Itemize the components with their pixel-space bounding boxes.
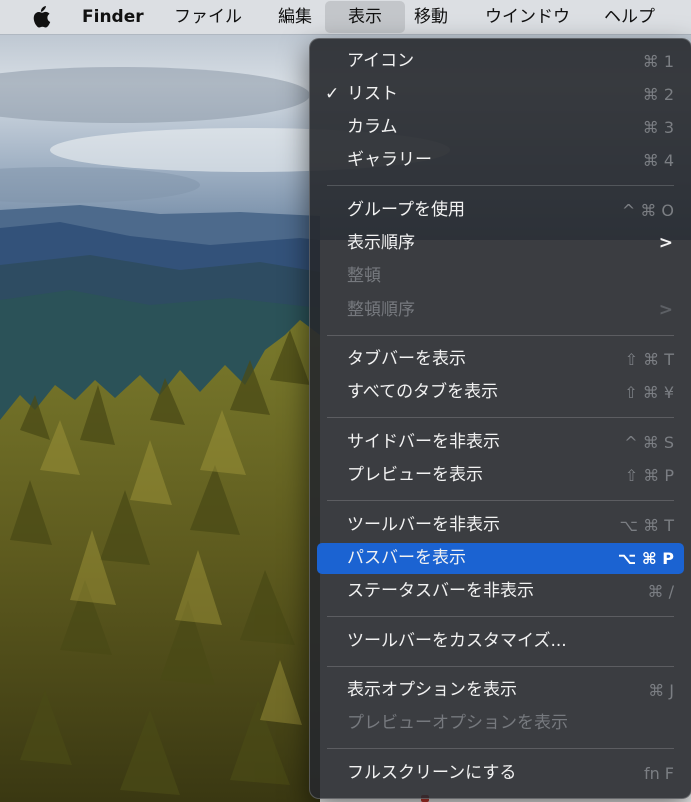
shortcut-label: ⌥ ⌘ P bbox=[617, 549, 674, 568]
menu-separator bbox=[327, 185, 674, 186]
menu-item-label: プレビューオプションを表示 bbox=[347, 713, 568, 733]
menu-item-clean-up: 整頓 bbox=[317, 261, 684, 292]
checkmark-icon: ✓ bbox=[325, 84, 340, 104]
menu-item-show-preview[interactable]: プレビューを表示 ⇧ ⌘ P bbox=[317, 460, 684, 491]
menu-go[interactable]: 移動 bbox=[414, 0, 448, 34]
menu-item-label: 表示順序 bbox=[347, 233, 415, 253]
menu-item-show-path-bar[interactable]: パスバーを表示 ⌥ ⌘ P bbox=[317, 543, 684, 574]
menu-item-label: リスト bbox=[347, 84, 398, 104]
menu-item-label: ツールバーを非表示 bbox=[347, 515, 500, 535]
menu-item-label: ツールバーをカスタマイズ... bbox=[347, 631, 567, 651]
menu-separator bbox=[327, 616, 674, 617]
menu-item-label: 表示オプションを表示 bbox=[347, 680, 517, 700]
menu-item-hide-status-bar[interactable]: ステータスバーを非表示 ⌘ / bbox=[317, 576, 684, 607]
menu-separator bbox=[327, 666, 674, 667]
shortcut-label: ^ ⌘ S bbox=[624, 433, 674, 452]
apple-logo-icon[interactable] bbox=[31, 0, 53, 34]
menu-separator bbox=[327, 335, 674, 336]
shortcut-label: fn F bbox=[643, 764, 674, 783]
menu-edit[interactable]: 編集 bbox=[278, 0, 312, 34]
shortcut-label: ⌘ J bbox=[648, 681, 674, 700]
menu-item-gallery[interactable]: ギャラリー ⌘ 4 bbox=[317, 145, 684, 176]
shortcut-label: ⌘ / bbox=[647, 582, 674, 601]
menu-item-show-view-options[interactable]: 表示オプションを表示 ⌘ J bbox=[317, 675, 684, 706]
menu-item-label: 整頓順序 bbox=[347, 300, 415, 320]
shortcut-label: ⌘ 2 bbox=[642, 85, 674, 104]
menu-item-label: フルスクリーンにする bbox=[347, 763, 517, 783]
menu-item-label: タブバーを表示 bbox=[347, 349, 466, 369]
menu-item-label: 整頓 bbox=[347, 266, 381, 286]
shortcut-label: ⌘ 4 bbox=[642, 151, 674, 170]
menu-separator bbox=[327, 417, 674, 418]
menu-file[interactable]: ファイル bbox=[174, 0, 242, 34]
shortcut-label: ⇧ ⌘ T bbox=[624, 350, 674, 369]
menu-item-customize-toolbar[interactable]: ツールバーをカスタマイズ... bbox=[317, 626, 684, 657]
shortcut-label: ⌘ 1 bbox=[642, 52, 674, 71]
menu-item-show-all-tabs[interactable]: すべてのタブを表示 ⇧ ⌘ ¥ bbox=[317, 377, 684, 408]
shortcut-label: ⌘ 3 bbox=[642, 118, 674, 137]
shortcut-label: ⌥ ⌘ T bbox=[619, 516, 674, 535]
menu-item-sort-by[interactable]: 表示順序 > bbox=[317, 228, 684, 259]
view-menu-dropdown: アイコン ⌘ 1 ✓ リスト ⌘ 2 カラム ⌘ 3 ギャラリー ⌘ 4 グルー… bbox=[309, 38, 691, 799]
menu-item-show-preview-options: プレビューオプションを表示 bbox=[317, 708, 684, 739]
menu-view[interactable]: 表示 bbox=[325, 1, 405, 33]
menu-item-hide-sidebar[interactable]: サイドバーを非表示 ^ ⌘ S bbox=[317, 427, 684, 458]
menu-item-label: プレビューを表示 bbox=[347, 465, 483, 485]
shortcut-label: ⇧ ⌘ P bbox=[624, 466, 674, 485]
menu-item-use-groups[interactable]: グループを使用 ^ ⌘ O bbox=[317, 195, 684, 226]
menu-item-label: すべてのタブを表示 bbox=[347, 382, 499, 402]
menu-bar: Finder ファイル 編集 表示 移動 ウインドウ ヘルプ bbox=[0, 0, 691, 34]
menu-item-icons[interactable]: アイコン ⌘ 1 bbox=[317, 46, 684, 77]
chevron-right-icon: > bbox=[658, 233, 673, 253]
menu-window[interactable]: ウインドウ bbox=[485, 0, 570, 34]
menu-item-label: カラム bbox=[347, 117, 398, 137]
menu-item-label: グループを使用 bbox=[347, 200, 465, 220]
menu-item-clean-up-by: 整頓順序 > bbox=[317, 295, 684, 326]
chevron-right-icon: > bbox=[658, 300, 673, 320]
menu-item-label: ギャラリー bbox=[347, 150, 432, 170]
shortcut-label: ^ ⌘ O bbox=[621, 201, 674, 220]
menu-item-list[interactable]: ✓ リスト ⌘ 2 bbox=[317, 79, 684, 110]
menu-item-label: パスバーを表示 bbox=[347, 548, 466, 568]
menu-separator bbox=[327, 748, 674, 749]
menu-item-label: サイドバーを非表示 bbox=[347, 432, 500, 452]
menu-help[interactable]: ヘルプ bbox=[604, 0, 655, 34]
menu-item-show-tab-bar[interactable]: タブバーを表示 ⇧ ⌘ T bbox=[317, 344, 684, 375]
menu-item-hide-toolbar[interactable]: ツールバーを非表示 ⌥ ⌘ T bbox=[317, 510, 684, 541]
menu-separator bbox=[327, 500, 674, 501]
menu-item-columns[interactable]: カラム ⌘ 3 bbox=[317, 112, 684, 143]
shortcut-label: ⇧ ⌘ ¥ bbox=[624, 383, 674, 402]
menu-item-label: アイコン bbox=[347, 51, 415, 71]
menu-item-enter-full-screen[interactable]: フルスクリーンにする fn F bbox=[317, 758, 684, 789]
menu-item-label: ステータスバーを非表示 bbox=[347, 581, 534, 601]
menu-finder[interactable]: Finder bbox=[82, 0, 144, 34]
